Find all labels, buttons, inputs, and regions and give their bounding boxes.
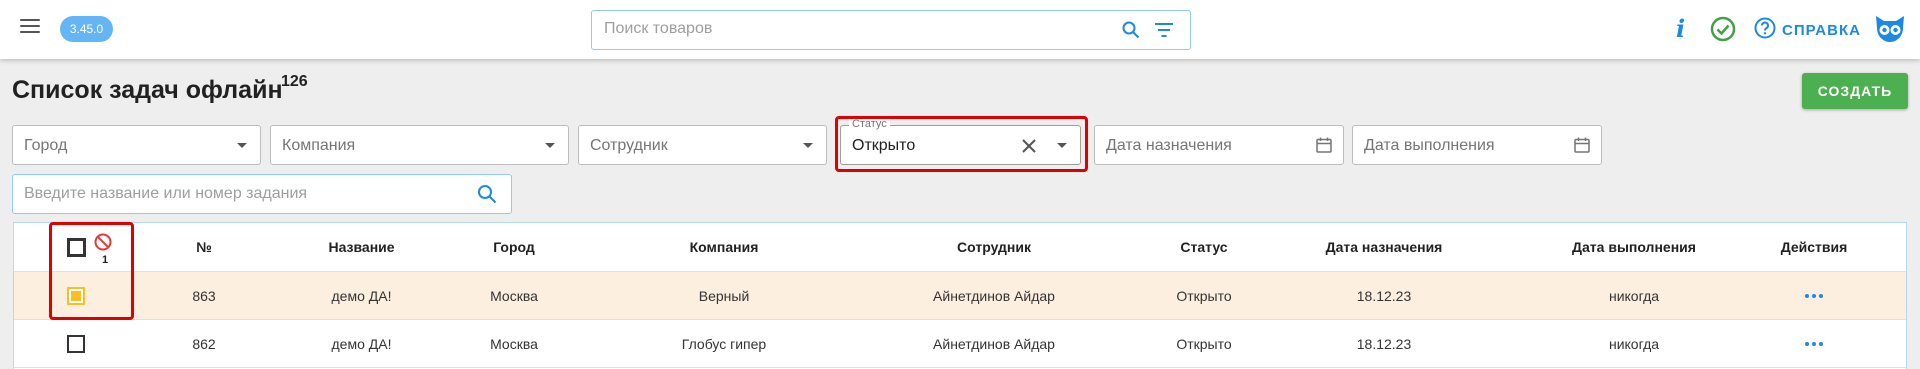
- product-search-input[interactable]: [604, 20, 1104, 38]
- chevron-down-icon: [545, 143, 555, 148]
- help-button[interactable]: СПРАВКА: [1754, 17, 1861, 44]
- city-select-label: Город: [24, 137, 68, 154]
- more-actions-icon[interactable]: [1805, 293, 1823, 298]
- cell-status: Открыто: [1176, 335, 1232, 352]
- done-date-field[interactable]: Дата выполнения: [1352, 125, 1602, 165]
- task-count: 126: [281, 73, 308, 90]
- table-row[interactable]: 863 демо ДА! Москва Верный Айнетдинов Ай…: [14, 272, 1906, 320]
- col-header-assign-date[interactable]: Дата назначения: [1284, 223, 1484, 271]
- calendar-icon[interactable]: [1316, 137, 1332, 158]
- page-title: Список задач офлайн: [12, 76, 283, 104]
- col-header-city[interactable]: Город: [444, 223, 584, 271]
- create-button[interactable]: СОЗДАТЬ: [1802, 73, 1908, 109]
- cell-assign-date: 18.12.23: [1356, 335, 1412, 352]
- cell-number: 863: [192, 287, 216, 304]
- col-header-company[interactable]: Компания: [634, 223, 814, 271]
- table-row[interactable]: 862 демо ДА! Москва Глобус гипер Айнетди…: [14, 320, 1906, 368]
- search-icon[interactable]: [1122, 21, 1140, 44]
- col-header-name[interactable]: Название: [294, 223, 429, 271]
- cell-done-date: никогда: [1608, 287, 1660, 304]
- assign-date-field[interactable]: Дата назначения: [1094, 125, 1344, 165]
- top-bar: 3.45.0 i СПРАВКА: [0, 0, 1920, 59]
- selection-highlight: [49, 222, 134, 320]
- table-header: 1 № Название Город Компания Сотрудник Ст…: [14, 223, 1906, 272]
- task-search-input[interactable]: [24, 185, 464, 203]
- product-search[interactable]: [591, 10, 1191, 50]
- done-date-label: Дата выполнения: [1364, 137, 1495, 154]
- company-select[interactable]: Компания: [270, 125, 569, 165]
- city-select[interactable]: Город: [12, 125, 261, 165]
- cell-name: демо ДА!: [331, 287, 392, 304]
- chevron-down-icon: [803, 143, 813, 148]
- assign-date-label: Дата назначения: [1106, 137, 1232, 154]
- row-select-cell: [62, 320, 90, 367]
- check-circle-icon[interactable]: [1710, 16, 1736, 47]
- col-header-status[interactable]: Статус: [1134, 223, 1274, 271]
- menu-icon[interactable]: [20, 19, 40, 37]
- employee-select-label: Сотрудник: [590, 137, 668, 154]
- cell-name: демо ДА!: [331, 335, 392, 352]
- cell-employee: Айнетдинов Айдар: [933, 287, 1055, 304]
- cell-status: Открыто: [1176, 287, 1232, 304]
- cell-employee: Айнетдинов Айдар: [933, 335, 1055, 352]
- cell-done-date: никогда: [1608, 335, 1660, 352]
- row-checkbox[interactable]: [67, 334, 85, 353]
- logo-icon: [1874, 14, 1906, 49]
- status-highlight: [835, 116, 1088, 172]
- version-badge: 3.45.0: [60, 16, 113, 42]
- more-actions-icon[interactable]: [1805, 341, 1823, 346]
- cell-company: Глобус гипер: [681, 335, 767, 352]
- search-icon[interactable]: [477, 184, 497, 209]
- actions-cell: [1754, 320, 1874, 367]
- task-table: 1 № Название Город Компания Сотрудник Ст…: [13, 222, 1907, 369]
- calendar-icon[interactable]: [1574, 137, 1590, 158]
- info-icon[interactable]: i: [1676, 14, 1685, 43]
- cell-city: Москва: [490, 287, 538, 304]
- col-header-actions: Действия: [1780, 239, 1848, 255]
- actions-cell: [1754, 272, 1874, 319]
- cell-company: Верный: [698, 287, 750, 304]
- company-select-label: Компания: [282, 137, 356, 154]
- cell-assign-date: 18.12.23: [1356, 287, 1412, 304]
- col-header-employee[interactable]: Сотрудник: [874, 223, 1114, 271]
- chevron-down-icon: [237, 143, 247, 148]
- employee-select[interactable]: Сотрудник: [578, 125, 827, 165]
- help-circle-icon: [1754, 17, 1776, 44]
- help-label: СПРАВКА: [1782, 21, 1861, 39]
- col-header-done-date[interactable]: Дата выполнения: [1534, 223, 1734, 271]
- task-search[interactable]: [12, 174, 512, 214]
- col-header-number[interactable]: №: [164, 223, 244, 271]
- cell-number: 862: [192, 335, 216, 352]
- filter-icon[interactable]: [1155, 23, 1173, 42]
- cell-city: Москва: [490, 335, 538, 352]
